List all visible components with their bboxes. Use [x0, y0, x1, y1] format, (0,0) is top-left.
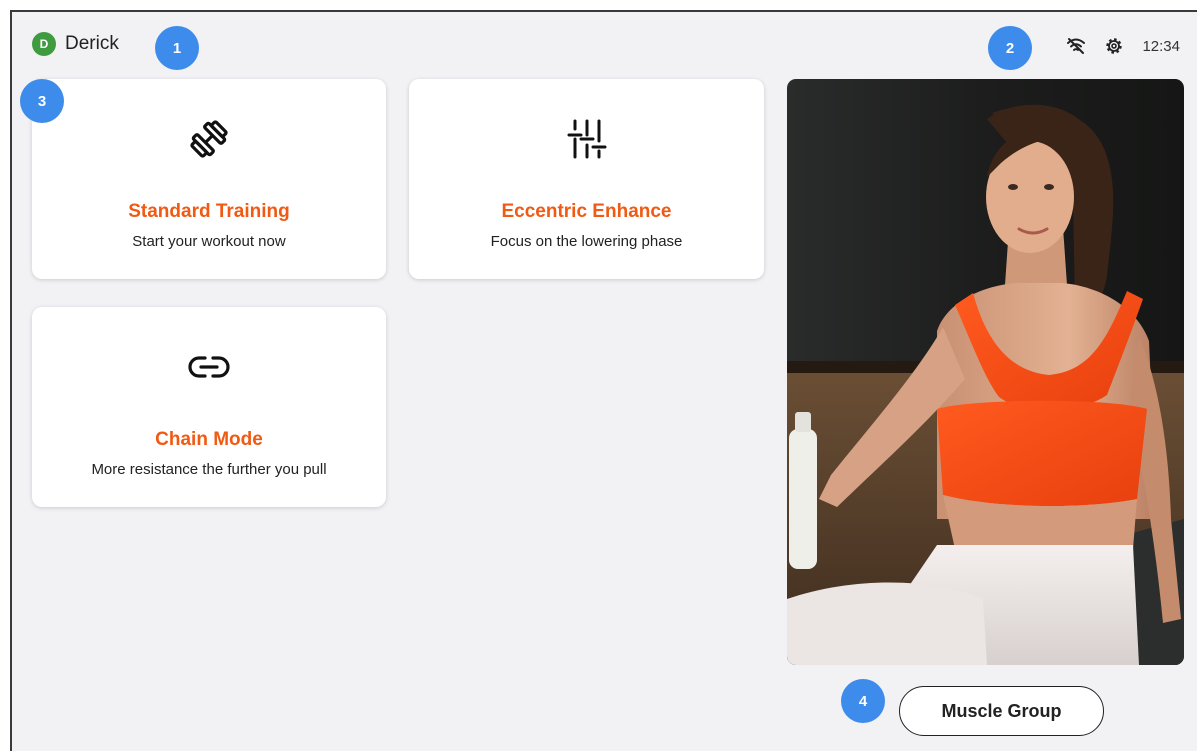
dumbbell-icon: [185, 115, 233, 163]
annotation-marker-3: 3: [20, 79, 64, 123]
wifi-off-icon[interactable]: [1066, 36, 1086, 56]
mode-card-standard-training[interactable]: Standard Training Start your workout now: [32, 79, 386, 279]
mode-title: Standard Training: [128, 201, 290, 222]
mode-subtitle: Focus on the lowering phase: [490, 233, 683, 250]
link-icon: [185, 343, 233, 391]
annotation-marker-1: 1: [155, 26, 199, 70]
fitness-model-photo: [787, 79, 1184, 665]
muscle-group-button[interactable]: Muscle Group: [899, 686, 1104, 736]
user-name: Derick: [65, 33, 119, 54]
mode-card-eccentric-enhance[interactable]: Eccentric Enhance Focus on the lowering …: [409, 79, 764, 279]
annotation-marker-4: 4: [841, 679, 885, 723]
mode-title: Chain Mode: [155, 429, 263, 450]
settings-gear-icon[interactable]: [1104, 36, 1124, 56]
app-screen: D Derick 1 2 12:34 Standard Training Sta…: [10, 10, 1197, 751]
mode-subtitle: Start your workout now: [132, 233, 286, 250]
sliders-icon: [563, 115, 611, 163]
mode-title: Eccentric Enhance: [501, 201, 672, 222]
user-avatar[interactable]: D: [32, 32, 56, 56]
mode-card-chain-mode[interactable]: Chain Mode More resistance the further y…: [32, 307, 386, 507]
mode-subtitle: More resistance the further you pull: [91, 461, 327, 478]
annotation-marker-2: 2: [988, 26, 1032, 70]
user-profile[interactable]: D Derick: [32, 32, 119, 56]
clock-time: 12:34: [1142, 37, 1180, 55]
status-bar: 12:34: [1066, 36, 1180, 56]
